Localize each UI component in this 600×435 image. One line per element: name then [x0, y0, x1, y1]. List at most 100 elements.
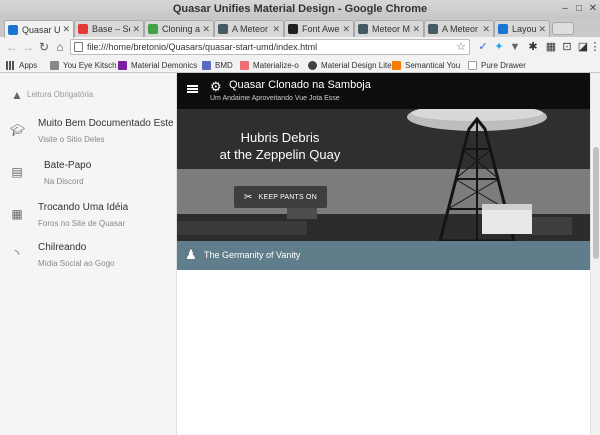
drawer-item-subtitle: Foros no Site de Quasar — [38, 219, 126, 228]
page-favicon-icon — [428, 24, 438, 34]
reload-icon[interactable]: ↻ — [36, 39, 52, 55]
tab-label: Meteor Ma — [372, 24, 411, 34]
bookmark-item[interactable]: You Eye Kitsch — [50, 59, 117, 71]
drawer-item-subtitle: Visite o Sitio Deles — [38, 135, 105, 144]
hero-title-line: Hubris Debris — [240, 130, 320, 145]
tab-label: Cloning a — [162, 24, 201, 34]
keep-pants-on-button[interactable]: ✂ KEEP PANTS ON — [234, 186, 327, 208]
close-tab-icon[interactable]: ✕ — [272, 24, 280, 35]
close-tab-icon[interactable]: ✕ — [132, 24, 140, 35]
close-tab-icon[interactable]: ✕ — [62, 24, 70, 35]
page-subtitle: Um Andaime Aproveitando Vue Jota Esse — [210, 95, 340, 102]
drawer-item-bate-papo[interactable]: ▤ Bate-Papo Na Discord — [0, 155, 176, 191]
bookmark-page-icon — [392, 60, 401, 70]
rss-icon: ◝ — [14, 247, 20, 261]
close-tab-icon[interactable]: ✕ — [202, 24, 210, 35]
home-icon[interactable]: ⌂ — [52, 39, 68, 55]
filter-icon[interactable]: ▼ — [508, 40, 522, 54]
grid-extension-icon[interactable]: ▦ — [544, 40, 558, 54]
menu-dots-icon[interactable]: ⋮ — [588, 40, 600, 54]
hero-caption: ♟ The Germanity of Vanity — [177, 241, 590, 270]
window-title: Quasar Unifies Material Design - Google … — [0, 0, 600, 18]
bookmark-page-icon — [50, 60, 59, 70]
drawer-item-title: Trocando Uma Idéia — [38, 202, 129, 213]
base-favicon-icon — [78, 24, 88, 34]
browser-tab[interactable]: Quasar Un ✕ — [4, 20, 74, 38]
tab-label: Layout - Q — [512, 24, 537, 34]
tab-label: Font Awe — [302, 24, 340, 34]
browser-tab[interactable]: Font Awe ✕ — [284, 20, 354, 37]
drawer-item-title: Muito Bem Documentado Este — [38, 118, 174, 129]
chat-icon: ▤ — [11, 165, 23, 179]
close-tab-icon[interactable]: ✕ — [538, 24, 546, 35]
close-tab-icon[interactable]: ✕ — [342, 24, 350, 35]
bookmark-item[interactable]: Material Demonics — [118, 59, 197, 71]
scrollbar-thumb[interactable] — [593, 147, 599, 259]
browser-tab[interactable]: Meteor Ma ✕ — [354, 20, 424, 37]
browser-tab[interactable]: Layout - Q ✕ — [494, 20, 550, 37]
bookmark-item[interactable]: Materialize-o — [240, 59, 299, 71]
school-icon: 🎓︎ — [10, 123, 26, 137]
bookmark-star-icon[interactable]: ☆ — [456, 40, 466, 54]
gear-extension-icon[interactable]: ✱ — [526, 40, 540, 54]
bookmark-label: You Eye Kitsch — [63, 60, 117, 70]
drawer-item-title: Chilreando — [38, 242, 87, 253]
tab-label: A Meteor — [442, 24, 479, 34]
page-title: Quasar Clonado na Samboja — [229, 79, 371, 91]
twitter-icon[interactable]: ✦ — [492, 40, 506, 54]
bookmark-label: Semantical You — [405, 60, 461, 70]
bookmark-item[interactable]: Material Design Lite — [308, 59, 392, 71]
browser-tab[interactable]: Base – Se ✕ — [74, 20, 144, 37]
browser-tab[interactable]: A Meteor ✕ — [214, 20, 284, 37]
hamburger-menu-icon[interactable] — [187, 85, 198, 93]
minimize-icon[interactable]: – — [558, 2, 572, 16]
bookmark-item[interactable]: Semantical You — [392, 59, 460, 71]
bookmark-label: Material Demonics — [131, 60, 198, 70]
person-pin-icon: ♟ — [185, 247, 197, 262]
drawer-item-leitura[interactable]: ▲ Leitura Obrigatória — [0, 85, 176, 107]
page-viewport: ▲ Leitura Obrigatória 🎓︎ Muito Bem Docum… — [0, 73, 600, 435]
bookmark-label: Pure Drawer — [481, 60, 526, 70]
browser-tab[interactable]: Cloning a ✕ — [144, 20, 214, 37]
browser-tab[interactable]: A Meteor ✕ — [424, 20, 494, 37]
hero-title: Hubris Debris at the Zeppelin Quay — [177, 129, 383, 163]
forum-icon: ▦ — [11, 207, 23, 221]
extension-v-icon[interactable]: ✓ — [476, 40, 490, 54]
bookmark-label: BMD — [215, 60, 233, 70]
bookmark-page-icon — [202, 60, 211, 70]
tab-label: Base – Se — [92, 24, 131, 34]
back-arrow-icon[interactable]: ← — [4, 39, 20, 55]
new-tab-button[interactable] — [552, 22, 574, 35]
gears-icon: ⚙ — [210, 79, 222, 94]
bookmark-apps[interactable]: Apps — [6, 59, 37, 71]
forward-arrow-icon[interactable]: → — [20, 39, 36, 55]
quasar-favicon-icon — [8, 24, 18, 35]
button-label: KEEP PANTS ON — [258, 193, 317, 201]
tab-label: Quasar Un — [22, 24, 61, 35]
caption-text: The Germanity of Vanity — [204, 250, 301, 260]
hero-title-line: at the Zeppelin Quay — [219, 147, 341, 162]
address-bar[interactable]: file:///home/bretonio/Quasars/quasar-sta… — [70, 39, 470, 55]
page-icon — [74, 42, 83, 52]
close-window-icon[interactable]: ✕ — [586, 2, 600, 16]
tab-label: A Meteor — [232, 24, 269, 34]
bookmark-label: Materialize-o — [253, 60, 299, 70]
hero-card: Hubris Debris at the Zeppelin Quay ✂ KEE… — [177, 109, 590, 241]
drawer-item-title: Bate-Papo — [44, 160, 92, 171]
drawer-item-trocando[interactable]: ▦ Trocando Uma Idéia Foros no Site de Qu… — [0, 197, 176, 233]
drawer-item-subtitle: Mídia Social ao Gogo — [38, 259, 115, 268]
window-extension-icon[interactable]: ⊡ — [560, 40, 574, 54]
restaurant-icon: ✂ — [244, 191, 253, 203]
bookmark-item[interactable]: Pure Drawer — [468, 59, 526, 71]
close-tab-icon[interactable]: ✕ — [412, 24, 420, 35]
drawer-item-subtitle: Na Discord — [44, 177, 84, 186]
page-favicon-icon — [218, 24, 228, 34]
url-text: file:///home/bretonio/Quasars/quasar-sta… — [87, 42, 318, 52]
drawer-item-chilreando[interactable]: ◝ Chilreando Mídia Social ao Gogo — [0, 237, 176, 273]
drawer-item-documentado[interactable]: 🎓︎ Muito Bem Documentado Este Visite o S… — [0, 113, 176, 149]
close-tab-icon[interactable]: ✕ — [482, 24, 490, 35]
bookmark-item[interactable]: BMD — [202, 59, 233, 71]
scrollbar[interactable] — [590, 73, 600, 435]
tab-strip: Quasar Un ✕ Base – Se ✕ Cloning a ✕ A Me… — [0, 18, 600, 38]
maximize-icon[interactable]: □ — [572, 2, 586, 16]
